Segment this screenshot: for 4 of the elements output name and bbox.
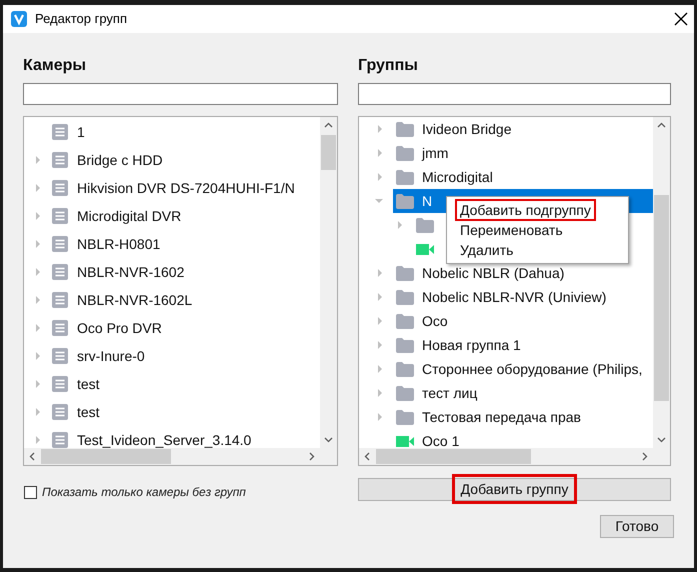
panel-heading: Группы <box>358 56 419 76</box>
filter-checkbox-label: Показать только камеры без групп <box>42 484 246 501</box>
panel-heading: Камеры <box>23 56 88 76</box>
window-title: Редактор групп <box>35 10 127 28</box>
